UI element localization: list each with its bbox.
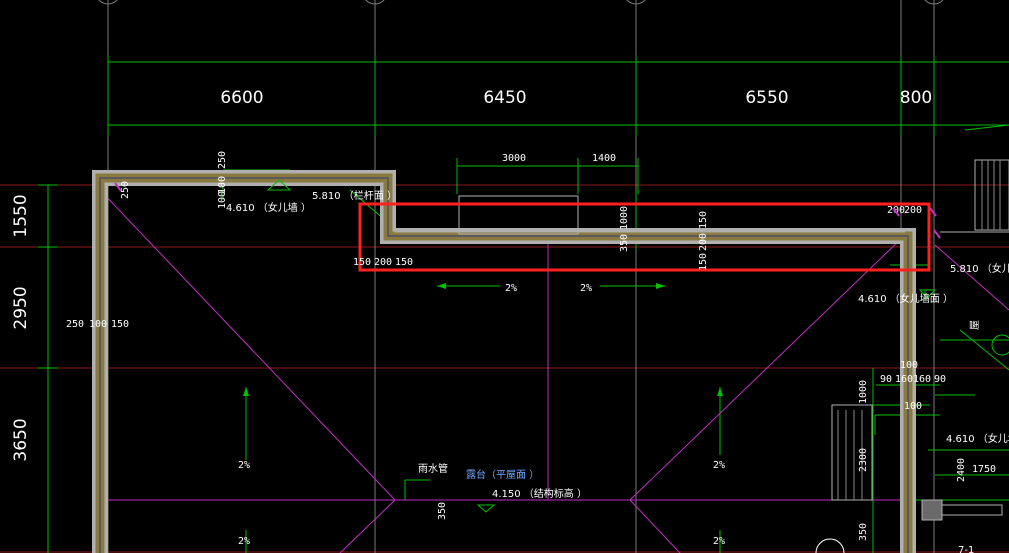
dim-100-r1: 100 [900, 360, 918, 371]
dim-250-top: 250 [217, 151, 228, 169]
cad-roof-plan-drawing: 6600 6450 6550 800 1550 2950 3650 3000 1… [0, 0, 1009, 553]
label-elev-4610-b: 4.610 （女儿墙面 ） [858, 292, 953, 305]
dim-150-r2: 150 [698, 253, 709, 271]
slope-label-6: 2% [713, 536, 725, 547]
top-dim-3: 6550 [745, 88, 788, 108]
label-drain: 雨水管 [418, 462, 448, 475]
dim-200-tr2: 200 [904, 205, 922, 216]
label-elev-4610-a: 4.610 （女儿墙 ） [226, 201, 311, 214]
dim-2400: 2400 [956, 458, 967, 482]
left-dimension-texts: 1550 2950 3650 [11, 194, 31, 461]
top-dim-4: 800 [900, 88, 932, 108]
slope-label-1: 2% [505, 283, 517, 294]
dim-150-b1: 150 [353, 257, 371, 268]
dim-200-b: 200 [374, 257, 392, 268]
dim-150-b2: 150 [395, 257, 413, 268]
slope-label-4: 2% [713, 460, 725, 471]
left-dim-2: 2950 [11, 286, 31, 329]
dim-90: 90 [880, 374, 892, 385]
dim-150-left: 150 [111, 319, 129, 330]
dim-1000-r: 1000 [858, 380, 869, 404]
label-elev-5810-b: 5.810 （女儿墙面 [950, 262, 1009, 275]
dim-100-left: 100 [89, 319, 107, 330]
top-dim-2: 6450 [483, 88, 526, 108]
top-dimension-texts: 6600 6450 6550 800 [220, 88, 932, 108]
dim-150-r1: 150 [698, 211, 709, 229]
slope-label-3: 2% [238, 460, 250, 471]
dim-350-r: 350 [858, 523, 869, 541]
dim-1000-mid: 1000 [619, 206, 630, 230]
label-elev-4610-c: 4.610 （女儿墙面 [946, 432, 1009, 445]
top-dim-1: 6600 [220, 88, 263, 108]
drain-circle [991, 334, 1009, 356]
label-elev-4150: 4.150 （结构标高 ） [492, 487, 587, 500]
dim-100-r2: 100 [904, 401, 922, 412]
slope-label-5: 2% [238, 536, 250, 547]
small-dimension-texts: 3000 1400 250 100 100 250 250 100 150 15… [66, 151, 996, 541]
dim-160-a: 160 [895, 374, 913, 385]
axis-bubbles [98, 0, 944, 5]
dim-350-mid: 350 [619, 234, 630, 252]
dim-250-left: 250 [66, 319, 84, 330]
dim-1750: 1750 [972, 464, 996, 475]
left-dim-1: 1550 [11, 194, 31, 237]
dim-2300: 2300 [858, 448, 869, 472]
dim-350-bot: 350 [437, 502, 448, 520]
label-elev-5810-a: 5.810 （栏杆面 ） [312, 189, 397, 202]
slope-label-2: 2% [580, 283, 592, 294]
detail-callout-circle [815, 538, 845, 553]
label-right-mark: 屋 [969, 320, 981, 330]
dim-200-r: 200 [698, 233, 709, 251]
label-roof-plan: 露台（平屋面 ） [466, 468, 539, 481]
dim-160-b: 160 [913, 374, 931, 385]
dim-3000: 3000 [502, 153, 526, 164]
dim-1400: 1400 [592, 153, 616, 164]
dim-250-corner: 250 [120, 181, 131, 199]
left-dim-3: 3650 [11, 418, 31, 461]
dim-90-b: 90 [934, 374, 946, 385]
slope-arrowheads [243, 283, 723, 396]
label-right-tag: 7-1 [958, 545, 974, 553]
